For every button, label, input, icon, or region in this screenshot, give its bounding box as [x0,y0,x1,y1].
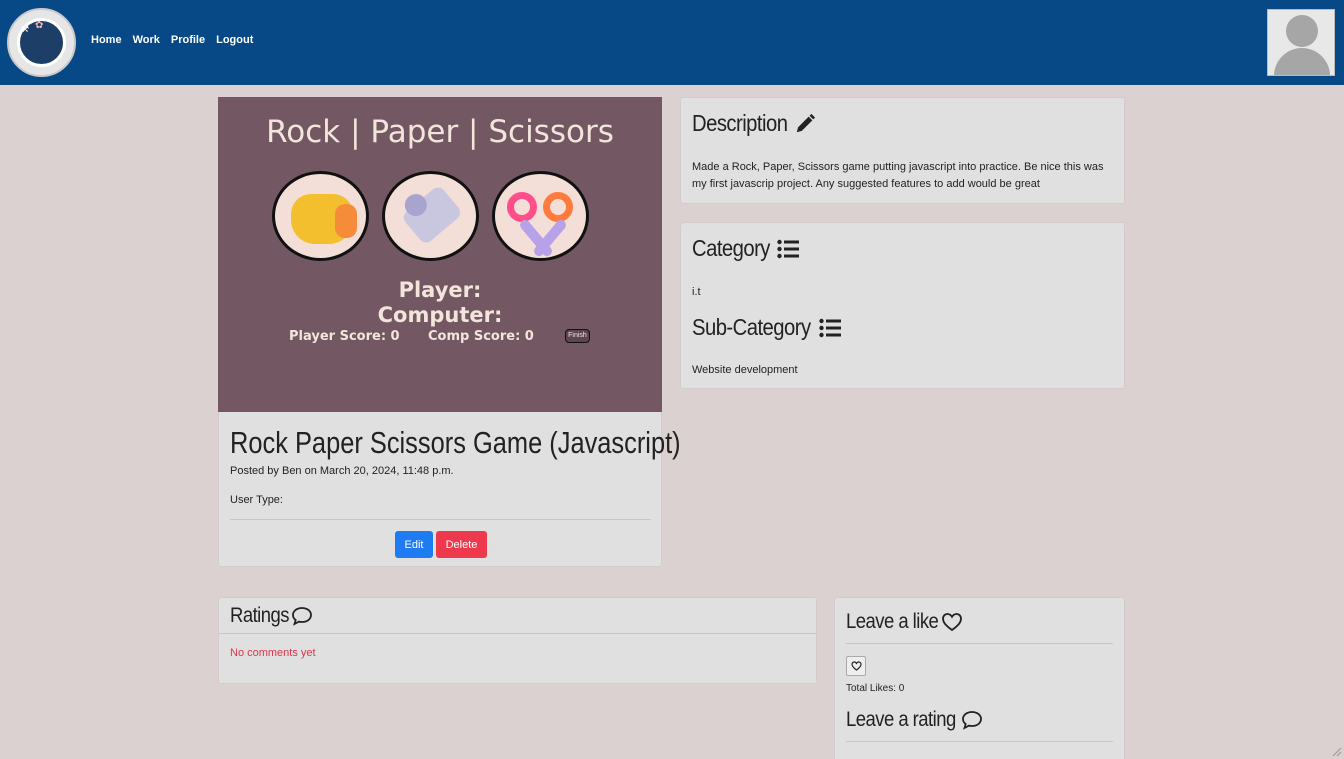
user-avatar[interactable] [1267,9,1335,76]
avatar-head [1286,15,1318,47]
nav-profile-link[interactable]: Profile [171,34,205,46]
comment-icon [961,711,982,730]
nav-home-link[interactable]: Home [91,34,122,46]
nav-links: Home Work Profile Logout [91,34,253,46]
description-line: Made a Rock, Paper, Scissors game puttin… [692,161,1104,173]
site-logo[interactable]: ⚒ ✿ [7,8,76,77]
divider [846,741,1113,742]
heart-icon [850,661,862,671]
rock-choice [272,171,369,261]
fist-icon [291,194,357,244]
palette-icon: ✿ [35,20,44,31]
like-heading: Leave a like [846,610,939,633]
computer-label: Computer: [377,303,503,327]
navbar: ⚒ ✿ Home Work Profile Logout [0,0,1344,85]
category-value: i.t [692,286,701,298]
description-card: Description Made a Rock, Paper, Scissors… [680,97,1125,204]
tools-icon: ⚒ [21,24,30,34]
ratings-header: Ratings [219,598,816,634]
rating-heading: Leave a rating [846,708,956,731]
scissors-handle [543,192,573,222]
nav-work-link[interactable]: Work [133,34,160,46]
pencil-icon [797,113,816,132]
comp-score: Comp Score: 0 [428,329,534,344]
subcategory-value: Website development [692,364,798,376]
list-icon [776,239,799,258]
finish-button: Finish [565,329,590,343]
paper-choice [382,171,479,261]
user-type: User Type: [230,494,283,506]
divider [846,643,1113,644]
delete-button[interactable]: Delete [436,531,487,558]
category-card: Category i.t Sub-Category Website develo… [680,222,1125,389]
comment-icon [292,607,312,626]
list-icon [819,318,841,337]
ratings-card: Ratings No comments yet [218,597,817,684]
post-title: Rock Paper Scissors Game (Javascript) [230,425,681,460]
heart-icon [941,613,962,632]
total-likes: Total Likes: 0 [846,683,905,694]
like-button[interactable] [846,656,866,676]
player-label: Player: [398,278,482,302]
post-meta: Posted by Ben on March 20, 2024, 11:48 p… [230,465,454,477]
nav-logout-link[interactable]: Logout [216,34,253,46]
scissors-icon [507,192,537,222]
no-comments-text: No comments yet [230,647,316,659]
category-heading: Category [692,235,770,261]
paper-roll-icon [400,184,464,246]
resize-handle-icon[interactable] [1330,745,1342,757]
scissors-choice [492,171,589,261]
subcategory-heading: Sub-Category [692,314,811,340]
divider [230,519,651,520]
avatar-body [1274,48,1330,75]
ratings-heading: Ratings [230,604,290,627]
description-heading: Description [692,110,788,136]
like-card: Leave a like Total Likes: 0 Leave a rati… [834,597,1125,759]
edit-button[interactable]: Edit [395,531,433,558]
game-title: Rock | Paper | Scissors [266,114,614,150]
player-score: Player Score: 0 [289,329,400,344]
description-line: my first javascrip project. Any suggeste… [692,178,1040,190]
game-preview-image: Rock | Paper | Scissors Player: Computer… [218,97,662,412]
